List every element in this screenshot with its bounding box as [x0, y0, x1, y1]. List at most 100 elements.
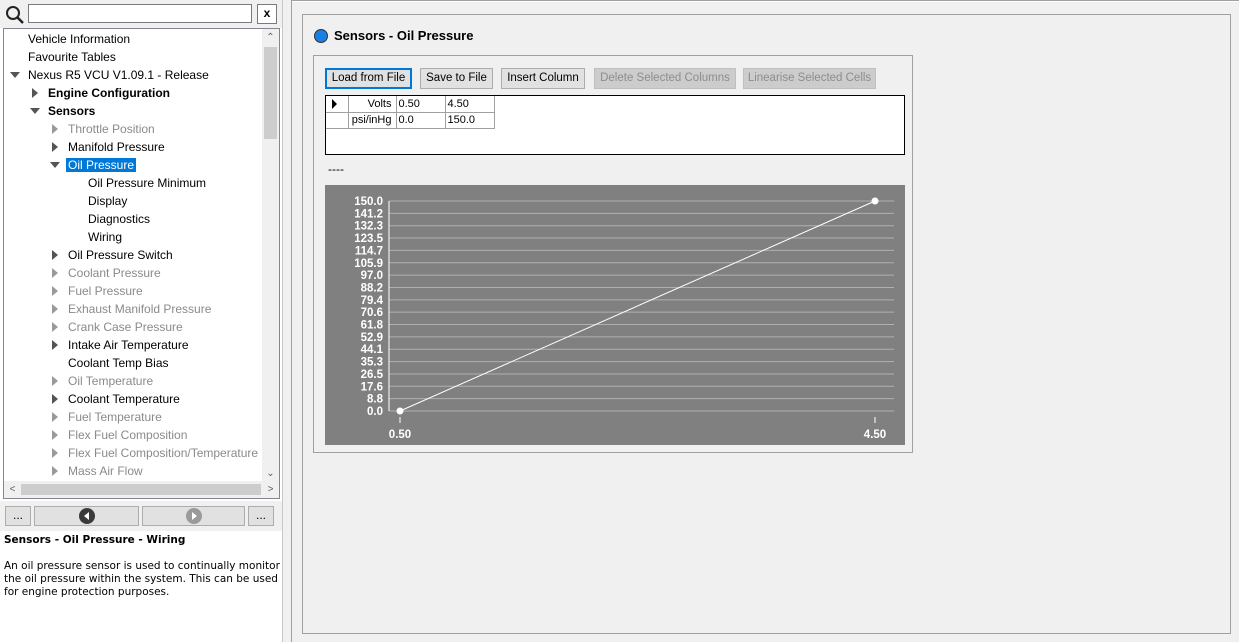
table-cell[interactable]: 150.0 — [444, 111, 495, 129]
y-tick-label: 52.9 — [361, 332, 383, 344]
tree-item-label: Display — [88, 194, 128, 208]
expand-down-icon[interactable] — [10, 72, 20, 78]
tree-item[interactable]: Display — [86, 192, 129, 210]
expand-right-icon[interactable] — [52, 250, 58, 260]
expand-right-icon[interactable] — [52, 286, 58, 296]
tree-item[interactable]: Coolant Temperature — [52, 390, 182, 408]
forward-arrow-icon — [185, 508, 202, 524]
more-left-button[interactable]: ... — [5, 506, 31, 526]
expand-right-icon[interactable] — [52, 322, 58, 332]
y-tick-label: 8.8 — [367, 394, 384, 406]
expand-right-icon[interactable] — [52, 124, 58, 134]
title-radio-icon[interactable] — [314, 29, 328, 43]
delete-selected-columns-button[interactable]: Delete Selected Columns — [594, 68, 736, 89]
tree-item[interactable]: Fuel Pressure — [52, 282, 145, 300]
tree-item[interactable]: Coolant Temp Bias — [66, 354, 171, 372]
expand-right-icon[interactable] — [52, 340, 58, 350]
search-icon[interactable] — [5, 5, 25, 25]
top-divider — [292, 0, 1239, 2]
y-tick-label: 26.5 — [361, 369, 384, 381]
x-tick-label: 4.50 — [864, 429, 886, 441]
back-button[interactable] — [34, 506, 139, 526]
tree-item[interactable]: Vehicle Information — [26, 30, 132, 48]
tree-item-label: Fuel Temperature — [68, 410, 162, 424]
table-cell[interactable]: 4.50 — [444, 96, 495, 113]
panel-splitter[interactable] — [282, 0, 292, 642]
tree-item-label: Favourite Tables — [28, 50, 116, 64]
horizontal-scroll-thumb[interactable] — [21, 484, 261, 495]
expand-right-icon[interactable] — [52, 430, 58, 440]
expand-right-icon[interactable] — [32, 88, 38, 98]
scroll-up-icon[interactable]: ⌃ — [262, 29, 279, 46]
y-tick-label: 150.0 — [354, 196, 383, 208]
tree-item[interactable]: Manifold Pressure — [52, 138, 167, 156]
expand-right-icon[interactable] — [52, 448, 58, 458]
tree-item[interactable]: Engine Configuration — [32, 84, 172, 102]
data-table: Volts 0.50 4.50 psi/inHg 0.0 150.0 — [325, 95, 905, 155]
current-row-icon — [332, 99, 337, 109]
y-tick-label: 17.6 — [361, 381, 383, 393]
vertical-scroll-thumb[interactable] — [264, 47, 277, 139]
left-panel: x Vehicle Information Favourite Tables Nex… — [0, 0, 282, 642]
tree-item[interactable]: Throttle Position — [52, 120, 157, 138]
data-point — [871, 197, 879, 205]
tree-item[interactable]: Sensors — [30, 102, 97, 120]
scroll-right-icon[interactable]: > — [262, 481, 279, 498]
tree-item-label: Flex Fuel Composition/Temperature S — [68, 446, 270, 460]
expand-right-icon[interactable] — [52, 142, 58, 152]
linearise-selected-cells-button[interactable]: Linearise Selected Cells — [743, 68, 876, 89]
tree-item[interactable]: Flex Fuel Composition — [52, 426, 189, 444]
row-name: Volts — [347, 96, 397, 113]
y-tick-label: 114.7 — [355, 245, 383, 257]
search-input[interactable] — [28, 4, 252, 23]
table-editor: Load from File Save to File Insert Colum… — [313, 55, 913, 453]
tree-item[interactable]: Crank Case Pressure — [52, 318, 185, 336]
forward-button[interactable] — [142, 506, 245, 526]
expand-right-icon[interactable] — [52, 268, 58, 278]
tree-item[interactable]: Oil Pressure Minimum — [86, 174, 208, 192]
expand-right-icon[interactable] — [52, 394, 58, 404]
insert-column-button[interactable]: Insert Column — [501, 68, 585, 89]
tree-item[interactable]: Oil Pressure Switch — [52, 246, 175, 264]
tree-item[interactable]: Coolant Pressure — [52, 264, 163, 282]
page-title: Sensors - Oil Pressure — [334, 28, 474, 43]
table-cell[interactable]: 0.50 — [395, 96, 446, 113]
save-to-file-button[interactable]: Save to File — [420, 68, 493, 89]
tree-item[interactable]: Intake Air Temperature — [52, 336, 191, 354]
y-tick-label: 70.6 — [361, 307, 383, 319]
tree-item[interactable]: Fuel Temperature — [52, 408, 164, 426]
expand-right-icon[interactable] — [52, 412, 58, 422]
expand-down-icon[interactable] — [50, 162, 60, 168]
tree-item[interactable]: Nexus R5 VCU V1.09.1 - Release — [10, 66, 211, 84]
load-from-file-button[interactable]: Load from File — [325, 68, 412, 89]
tree-item-label: Diagnostics — [88, 212, 151, 226]
tree-item[interactable]: Exhaust Manifold Pressure — [52, 300, 213, 318]
tree-item-label: Oil Pressure Minimum — [88, 176, 207, 190]
help-title: Sensors - Oil Pressure - Wiring — [4, 534, 186, 546]
expand-right-icon[interactable] — [52, 466, 58, 476]
tree-item[interactable]: Oil Pressure — [50, 156, 137, 174]
table-cell[interactable]: 0.0 — [395, 111, 446, 129]
expand-right-icon[interactable] — [52, 376, 58, 386]
tree-item-label: Engine Configuration — [48, 86, 170, 100]
row-header[interactable] — [326, 96, 349, 113]
scroll-left-icon[interactable]: < — [4, 481, 21, 498]
tree-item[interactable]: Favourite Tables — [26, 48, 118, 66]
navigation-bar: ... ... — [0, 501, 282, 531]
tree-item-label: Crank Case Pressure — [68, 320, 183, 334]
tree-item[interactable]: Oil Temperature — [52, 372, 155, 390]
more-right-button[interactable]: ... — [248, 506, 274, 526]
tree-item[interactable]: Diagnostics — [86, 210, 152, 228]
tree-item[interactable]: Flex Fuel Composition/Temperature S — [52, 444, 271, 462]
tree-item[interactable]: Mass Air Flow — [52, 462, 145, 480]
clear-search-button[interactable]: x — [257, 4, 277, 24]
vertical-scrollbar[interactable]: ⌃ ⌄ — [262, 29, 279, 482]
calibration-chart[interactable]: 150.0141.2132.3123.5114.7105.997.088.279… — [325, 185, 905, 445]
tree-item-label: Oil Pressure Switch — [68, 248, 173, 262]
horizontal-scrollbar[interactable]: < > — [4, 481, 279, 498]
row-header[interactable] — [326, 112, 349, 129]
tree-item[interactable]: Wiring — [86, 228, 124, 246]
expand-right-icon[interactable] — [52, 304, 58, 314]
scroll-down-icon[interactable]: ⌄ — [262, 465, 279, 482]
expand-down-icon[interactable] — [30, 108, 40, 114]
